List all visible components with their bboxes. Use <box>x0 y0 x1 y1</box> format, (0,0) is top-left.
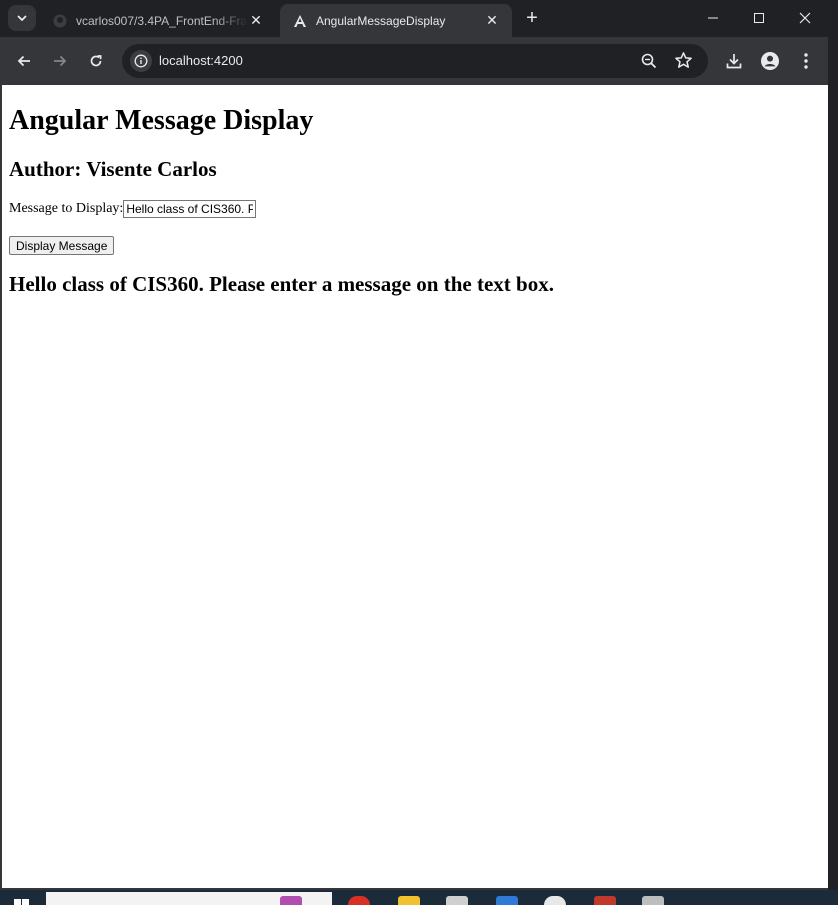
page-viewport: Angular Message Display Author: Visente … <box>2 85 828 888</box>
arrow-right-icon <box>54 55 67 67</box>
author-heading: Author: Visente Carlos <box>9 157 217 181</box>
profile-icon <box>761 52 779 70</box>
taskbar-app-icon[interactable] <box>594 896 616 905</box>
profile-button[interactable] <box>754 45 786 77</box>
browser-toolbar: localhost:4200 <box>0 37 828 85</box>
back-button[interactable] <box>8 45 40 77</box>
tab-github[interactable]: vcarlos007/3.4PA_FrontEnd-Framework ✕ <box>40 4 276 37</box>
maximize-button[interactable] <box>736 0 782 36</box>
reload-button[interactable] <box>80 45 112 77</box>
windows-start-icon[interactable] <box>14 898 30 905</box>
menu-button[interactable] <box>790 45 822 77</box>
zoom-icon[interactable] <box>640 52 658 75</box>
tab-angular[interactable]: AngularMessageDisplay ✕ <box>280 4 512 37</box>
close-tab-icon[interactable]: ✕ <box>484 12 500 29</box>
downloads-button[interactable] <box>718 45 750 77</box>
download-icon <box>726 54 742 69</box>
close-window-button[interactable] <box>782 0 828 36</box>
browser-window: vcarlos007/3.4PA_FrontEnd-Framework ✕ An… <box>0 0 828 890</box>
page-title: Angular Message Display <box>9 105 314 136</box>
message-input[interactable] <box>123 200 257 218</box>
address-bar[interactable]: localhost:4200 <box>122 44 708 78</box>
url-text[interactable]: localhost:4200 <box>159 53 243 68</box>
arrow-left-icon <box>17 55 30 67</box>
site-info-icon[interactable] <box>130 50 152 72</box>
forward-button[interactable] <box>44 45 76 77</box>
taskbar <box>0 890 838 905</box>
vscode-icon[interactable] <box>496 896 518 905</box>
taskbar-app-icon[interactable] <box>544 896 566 905</box>
tab-title: vcarlos007/3.4PA_FrontEnd-Framework <box>76 13 248 28</box>
file-explorer-icon[interactable] <box>398 896 420 905</box>
message-field-row: Message to Display: <box>9 200 257 218</box>
taskbar-app-icon[interactable] <box>280 896 302 905</box>
more-vert-icon <box>804 53 808 69</box>
close-tab-icon[interactable]: ✕ <box>248 12 264 29</box>
bookmark-star-icon[interactable] <box>674 51 693 75</box>
new-tab-button[interactable]: + <box>520 6 544 30</box>
message-label: Message to Display: <box>9 201 124 216</box>
tab-strip: vcarlos007/3.4PA_FrontEnd-Framework ✕ An… <box>0 0 828 37</box>
displayed-message: Hello class of CIS360. Please enter a me… <box>9 272 554 296</box>
close-icon <box>799 12 811 24</box>
taskbar-app-icon[interactable] <box>642 896 664 905</box>
chevron-down-icon <box>17 15 27 22</box>
taskbar-app-icon[interactable] <box>446 896 468 905</box>
display-message-button[interactable]: Display Message <box>9 236 115 255</box>
chrome-taskbar-icon[interactable] <box>348 896 370 905</box>
tab-title: AngularMessageDisplay <box>316 13 446 28</box>
maximize-icon <box>754 13 764 23</box>
github-icon <box>52 13 68 29</box>
background-editor-strip <box>828 0 838 905</box>
reload-icon <box>90 55 102 67</box>
minimize-button[interactable] <box>690 0 736 36</box>
angular-icon <box>292 13 308 29</box>
minimize-icon <box>708 17 718 19</box>
tab-search-button[interactable] <box>8 5 36 31</box>
